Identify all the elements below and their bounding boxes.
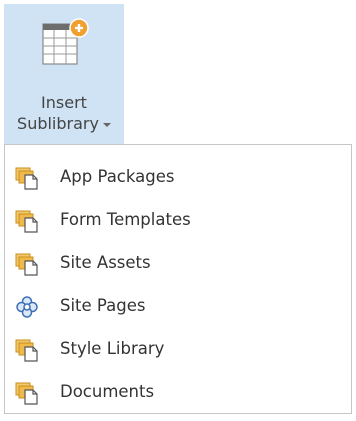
menu-item-site-pages[interactable]: Site Pages — [5, 286, 351, 326]
library-folder-icon — [15, 339, 38, 362]
menu-item-style-library[interactable]: Style Library — [5, 329, 351, 369]
label-line1: Insert — [41, 93, 87, 112]
library-folder-icon — [15, 253, 38, 276]
menu-item-label: Site Assets — [60, 253, 151, 272]
menu-item-label: Documents — [60, 382, 155, 401]
caret-down-icon — [102, 122, 111, 127]
insert-sublibrary-label: Insert Sublibrary — [4, 92, 124, 134]
site-pages-icon — [16, 296, 38, 318]
label-line2: Sublibrary — [4, 113, 124, 134]
menu-item-label: Style Library — [60, 339, 165, 358]
insert-sublibrary-button[interactable]: Insert Sublibrary — [4, 4, 124, 144]
library-folder-icon — [15, 167, 38, 190]
menu-item-app-packages[interactable]: App Packages — [5, 157, 351, 197]
library-folder-icon — [15, 210, 38, 233]
menu-item-site-assets[interactable]: Site Assets — [5, 243, 351, 283]
menu-item-label: Site Pages — [60, 296, 146, 315]
library-folder-icon — [15, 382, 38, 405]
menu-item-form-templates[interactable]: Form Templates — [5, 200, 351, 240]
menu-item-label: App Packages — [60, 167, 175, 186]
sublibrary-menu: App Packages Form Templates Site Assets … — [4, 144, 352, 414]
table-add-icon — [42, 18, 89, 65]
label-line2-text: Sublibrary — [17, 114, 99, 133]
menu-item-label: Form Templates — [60, 210, 191, 229]
menu-item-documents[interactable]: Documents — [5, 372, 351, 412]
